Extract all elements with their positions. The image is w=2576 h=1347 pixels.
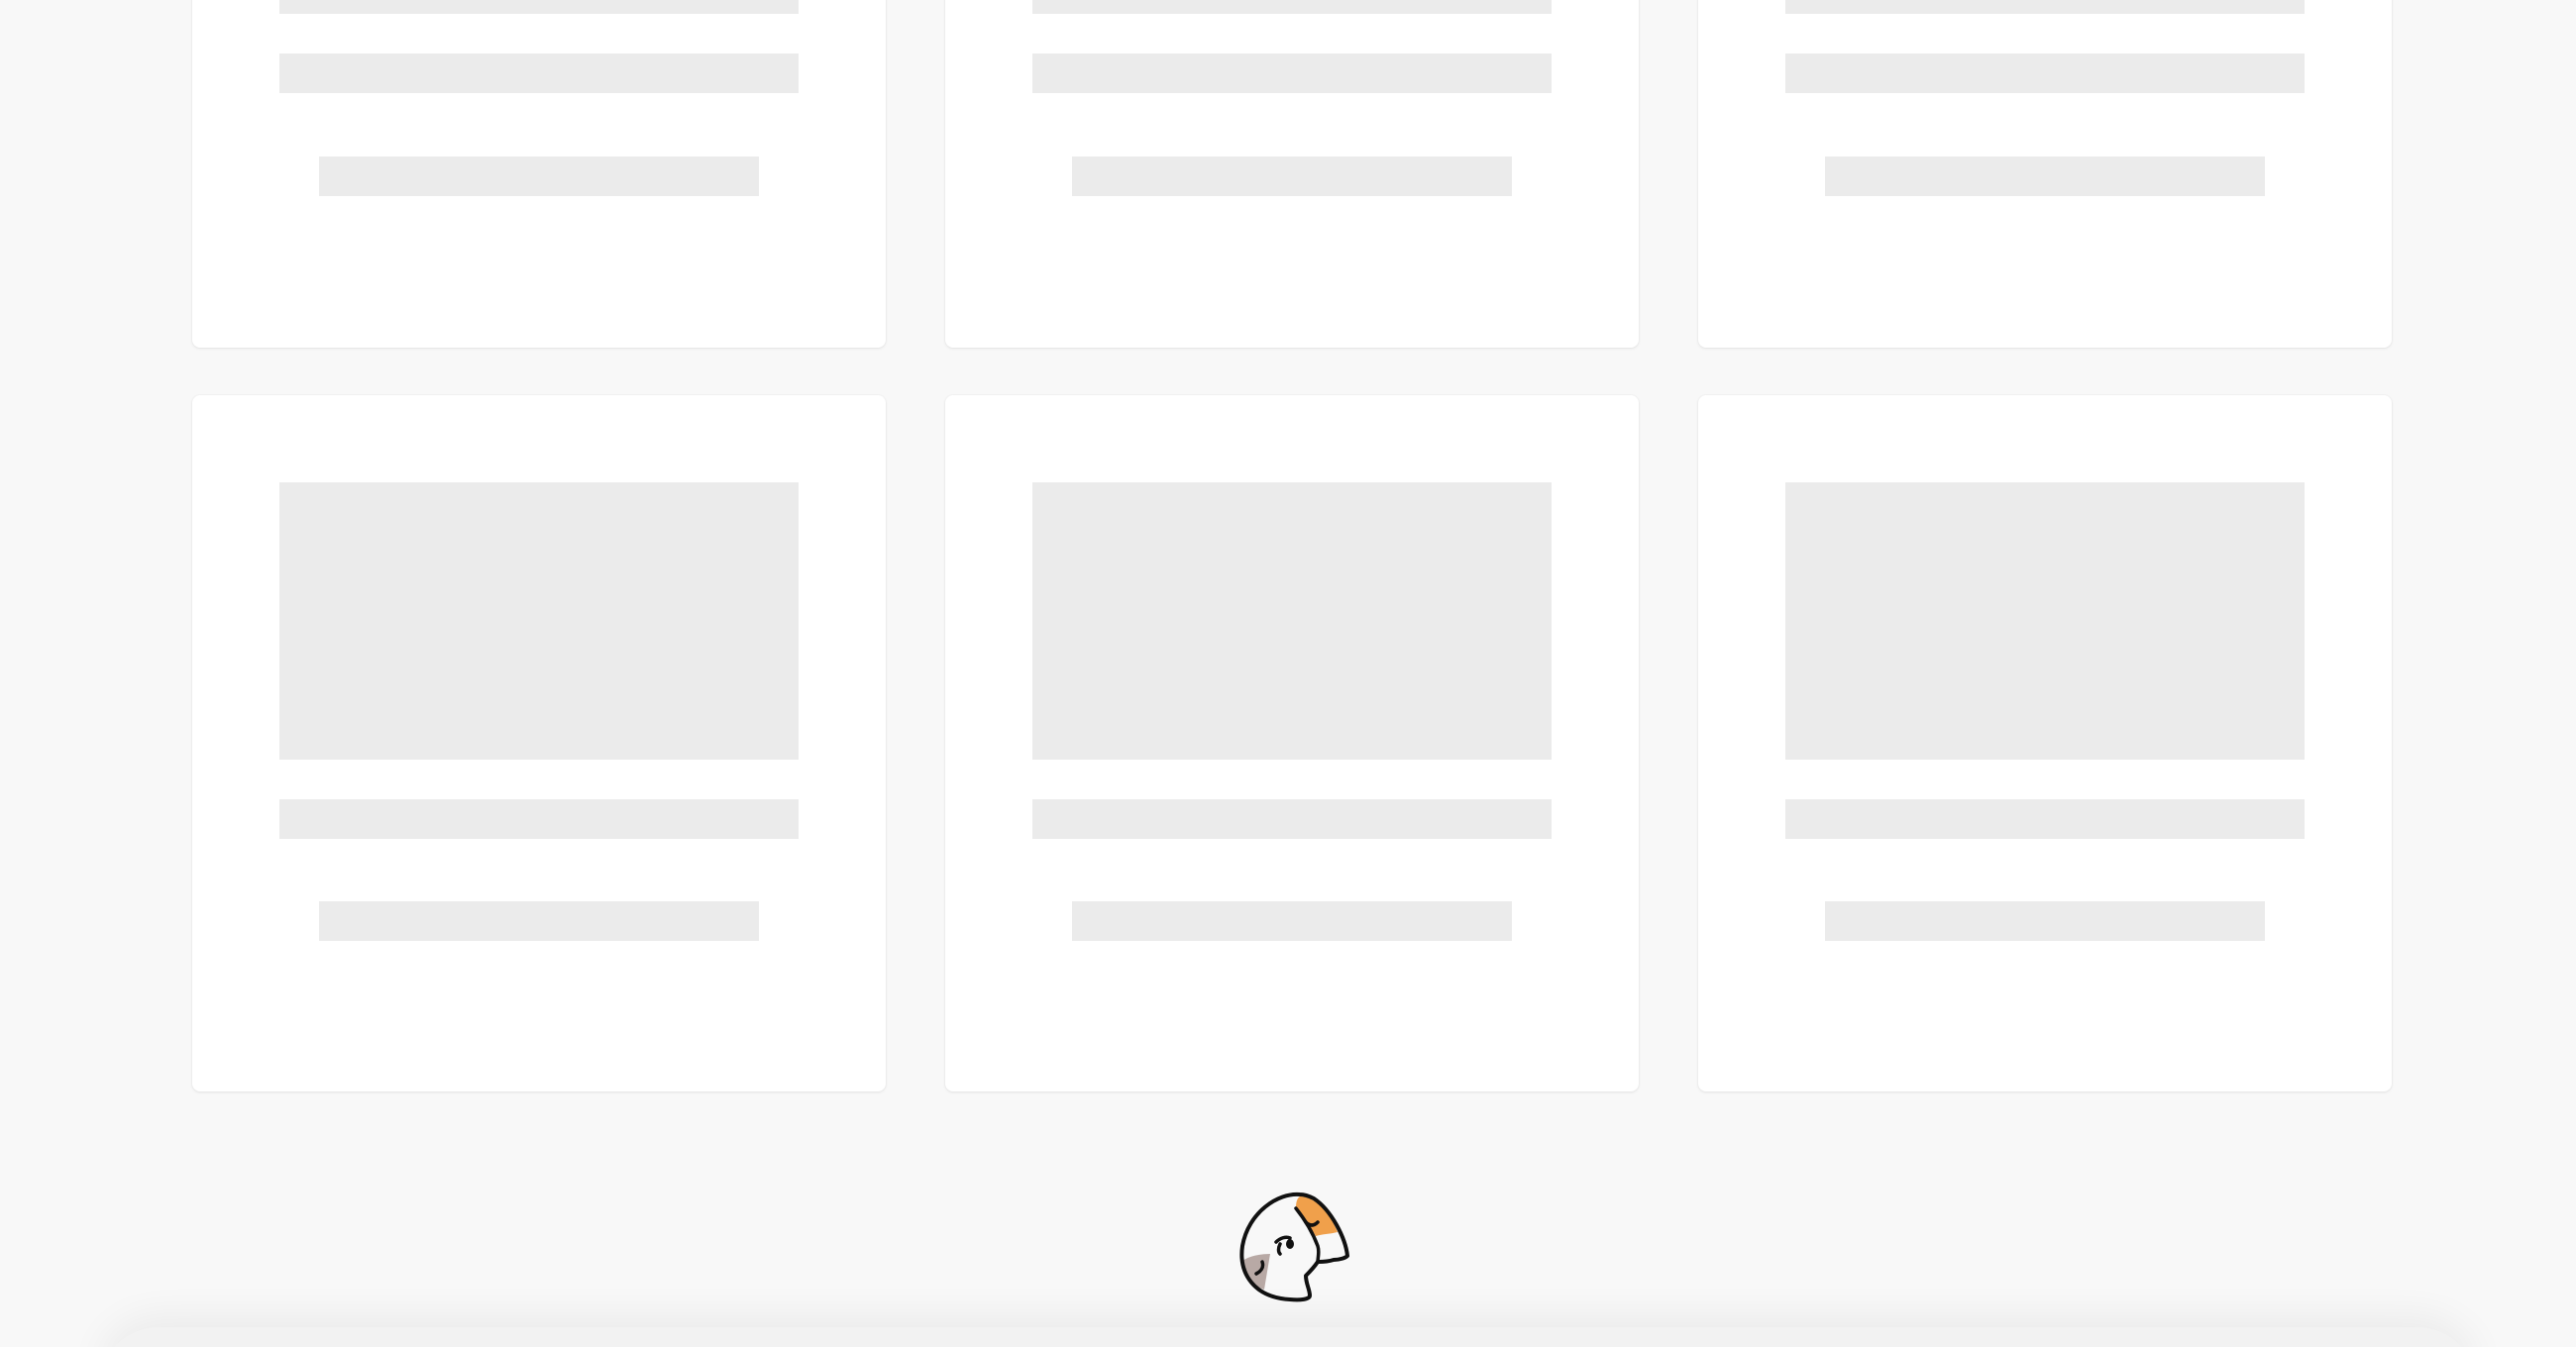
footer-panel-edge [99, 1327, 2477, 1347]
loading-page [0, 0, 2576, 1347]
skeleton-image [279, 482, 799, 760]
skeleton-button [1072, 901, 1512, 941]
skeleton-title-line [1785, 53, 2305, 93]
skeleton-title-line [279, 799, 799, 839]
skeleton-card [945, 0, 1639, 348]
skeleton-image [1785, 482, 2305, 760]
skeleton-card [1698, 0, 2392, 348]
skeleton-button [319, 156, 759, 196]
skeleton-card [945, 395, 1639, 1091]
skeleton-card [1698, 395, 2392, 1091]
skeleton-title-line [1032, 53, 1552, 93]
skeleton-title-line [1785, 799, 2305, 839]
skeleton-button [1825, 901, 2265, 941]
card-grid [192, 0, 2393, 1092]
skeleton-subtitle-line [1032, 0, 1552, 14]
skeleton-image [1032, 482, 1552, 760]
skeleton-card [192, 0, 886, 348]
skeleton-card [192, 395, 886, 1091]
skeleton-title-line [1032, 799, 1552, 839]
skeleton-button [319, 901, 759, 941]
skeleton-button [1072, 156, 1512, 196]
parrot-logo-icon [1234, 1187, 1357, 1309]
skeleton-subtitle-line [1785, 0, 2305, 14]
skeleton-subtitle-line [279, 0, 799, 14]
skeleton-title-line [279, 53, 799, 93]
skeleton-button [1825, 156, 2265, 196]
